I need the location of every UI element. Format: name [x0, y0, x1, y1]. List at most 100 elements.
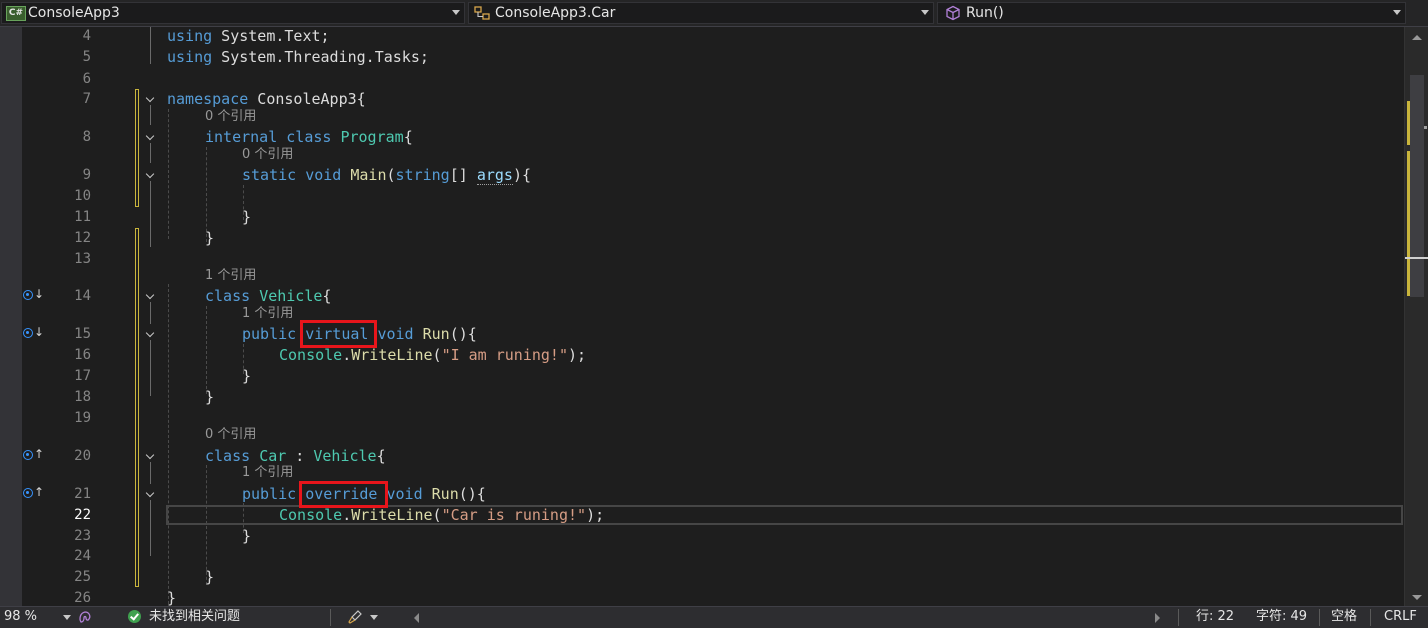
line-number: 17 [74, 368, 91, 384]
overrides-icon[interactable]: ↑ [23, 447, 44, 463]
overrides-icon[interactable]: ↑ [23, 485, 44, 501]
code-line[interactable]: static void Main(string[] args){ [242, 165, 531, 185]
code-line[interactable]: } [242, 526, 251, 546]
line-number: 20 [74, 448, 91, 464]
code-cleanup-icon[interactable] [347, 609, 365, 625]
collapse-icon[interactable] [145, 451, 155, 461]
collapse-icon[interactable] [145, 132, 155, 142]
type-scope-label: ConsoleApp3.Car [495, 5, 616, 21]
separator [330, 609, 331, 626]
csharp-project-icon: C# [6, 6, 26, 21]
member-label: Run() [966, 5, 1004, 21]
indicator-margin[interactable] [0, 27, 22, 606]
code-line[interactable]: Console.WriteLine("I am runing!"); [279, 345, 586, 365]
scroll-marker [1424, 126, 1427, 129]
change-bar [135, 89, 139, 207]
caret-position-marker [1405, 257, 1428, 259]
line-number: 16 [74, 347, 91, 363]
line-number: 8 [82, 129, 91, 145]
overridden-by-icon[interactable]: ↓ [23, 325, 44, 341]
code-line[interactable]: class Vehicle{ [205, 286, 331, 306]
scroll-down-icon[interactable] [1412, 595, 1422, 600]
line-number: 12 [74, 230, 91, 246]
code-line[interactable]: class Car : Vehicle{ [205, 446, 386, 466]
code-line[interactable]: using System.Threading.Tasks; [167, 47, 429, 67]
code-line[interactable]: } [242, 207, 251, 227]
scroll-up-icon[interactable] [1412, 35, 1422, 40]
codelens-references[interactable]: 0 个引用 [205, 427, 256, 443]
overridden-by-icon[interactable]: ↓ [23, 287, 44, 303]
code-line[interactable]: namespace ConsoleApp3{ [167, 89, 366, 109]
line-number: 10 [74, 188, 91, 204]
codelens-references[interactable]: 0 个引用 [242, 147, 293, 163]
highlight-box-override [299, 481, 388, 508]
intellicode-icon[interactable] [78, 610, 92, 624]
navigation-bar: C# ConsoleApp3 ConsoleApp3.Car Run() [0, 0, 1428, 27]
outline-line [150, 500, 151, 556]
codelens-references[interactable]: 0 个引用 [205, 109, 256, 125]
outline-line [150, 181, 151, 247]
collapse-icon[interactable] [145, 94, 155, 104]
code-line[interactable]: } [205, 228, 214, 248]
line-number: 11 [74, 209, 91, 225]
codelens-references[interactable]: 1 个引用 [205, 268, 256, 284]
collapse-icon[interactable] [145, 489, 155, 499]
separator [1370, 609, 1371, 626]
line-number: 18 [74, 389, 91, 405]
separator [1178, 609, 1179, 626]
collapse-icon[interactable] [145, 291, 155, 301]
issues-status[interactable]: 未找到相关问题 [149, 607, 240, 627]
indent-guide [168, 284, 169, 606]
code-line[interactable]: using System.Text; [167, 27, 330, 46]
collapse-icon[interactable] [145, 170, 155, 180]
project-dropdown[interactable]: C# ConsoleApp3 [1, 2, 465, 24]
line-number: 14 [74, 288, 91, 304]
chevron-down-icon[interactable] [370, 615, 378, 620]
indent-guide [206, 306, 207, 394]
whitespace-mode[interactable]: 空格 [1331, 607, 1357, 627]
no-issues-icon [128, 610, 141, 623]
scrollbar-thumb[interactable] [1410, 75, 1424, 297]
indent-guide [168, 109, 169, 239]
zoom-level[interactable]: 98 % [4, 607, 37, 627]
collapse-icon[interactable] [145, 329, 155, 339]
class-icon [474, 6, 490, 20]
code-line[interactable]: internal class Program{ [205, 127, 413, 147]
line-number: 5 [82, 49, 91, 65]
outline-line [150, 105, 151, 125]
char-indicator[interactable]: 字符: 49 [1256, 607, 1307, 627]
line-number: 13 [74, 251, 91, 267]
line-indicator[interactable]: 行: 22 [1196, 607, 1234, 627]
method-cube-icon [946, 5, 960, 21]
line-number: 9 [82, 167, 91, 183]
code-line[interactable]: } [205, 567, 214, 587]
code-line[interactable]: } [205, 387, 214, 407]
status-bar: 98 % 未找到相关问题 行: 22 字符: 49 空格 CRLF [0, 606, 1428, 628]
line-number: 6 [82, 71, 91, 87]
chevron-down-icon [452, 10, 460, 15]
code-line-current[interactable]: Console.WriteLine("Car is runing!"); [279, 505, 604, 525]
outline-line [150, 27, 151, 64]
outline-line [150, 143, 151, 163]
code-line[interactable]: } [242, 366, 251, 386]
type-scope-dropdown[interactable]: ConsoleApp3.Car [468, 2, 934, 24]
codelens-references[interactable]: 1 个引用 [242, 306, 293, 322]
line-number: 7 [82, 91, 91, 107]
codelens-references[interactable]: 1 个引用 [242, 465, 293, 481]
code-line[interactable]: } [167, 588, 176, 606]
change-bar [135, 228, 139, 587]
vertical-scrollbar[interactable] [1404, 27, 1428, 606]
change-marker [1407, 101, 1410, 145]
highlight-box-virtual [300, 320, 377, 348]
chevron-down-icon[interactable] [63, 615, 71, 620]
chevron-down-icon [1393, 10, 1401, 15]
code-editor[interactable]: 4 5 6 7 8 9 10 11 12 13 14 15 16 17 18 1… [0, 27, 1404, 606]
scroll-left-icon[interactable] [414, 613, 419, 623]
scroll-right-icon[interactable] [1155, 613, 1160, 623]
line-number-current: 22 [74, 507, 91, 523]
line-number: 26 [74, 590, 91, 606]
member-dropdown[interactable]: Run() [937, 2, 1406, 24]
line-number: 24 [74, 548, 91, 564]
line-number: 19 [74, 410, 91, 426]
line-ending[interactable]: CRLF [1384, 607, 1417, 627]
